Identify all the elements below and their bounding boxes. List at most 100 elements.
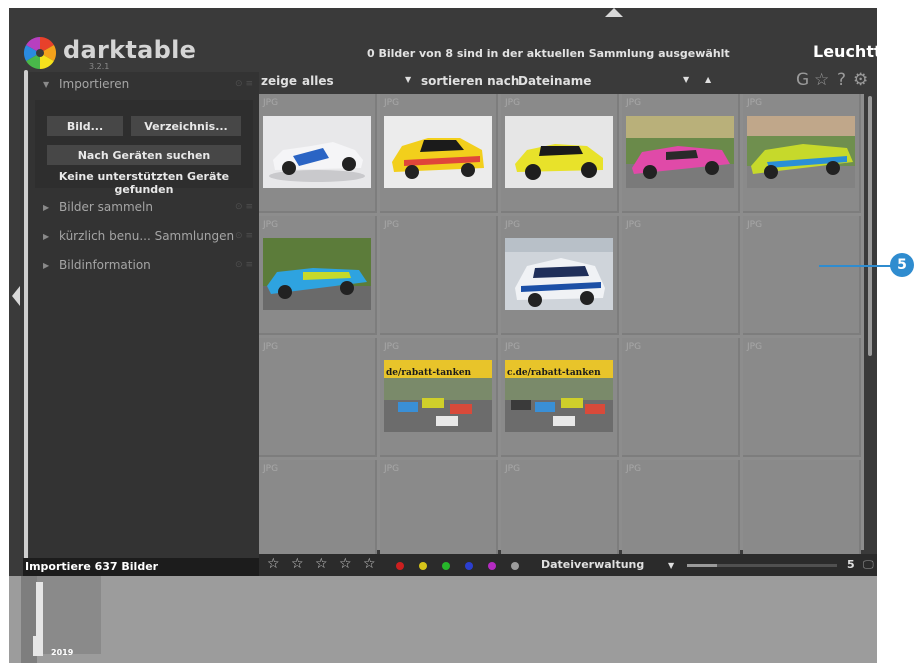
color-label-blue[interactable]: [465, 562, 473, 570]
module-collect-header[interactable]: ▶ Bilder sammeln ⊙ ≡: [29, 195, 259, 219]
thumbnail-cell[interactable]: JPG: [622, 338, 740, 457]
collapse-left-panel-arrow[interactable]: [12, 286, 20, 306]
star-rating-5-icon[interactable]: ☆: [363, 556, 376, 572]
module-recent-title: kürzlich benu... Sammlungen: [59, 229, 235, 243]
file-type-label: JPG: [384, 98, 400, 108]
file-type-label: JPG: [626, 98, 642, 108]
zoom-slider-fill: [687, 564, 717, 567]
photo-thumbnail[interactable]: [747, 116, 855, 188]
darktable-window: darktable 3.2.1 0 Bilder von 8 sind in d…: [9, 8, 877, 663]
darktable-logo-icon: [23, 36, 57, 70]
sort-label: sortieren nach: [421, 74, 520, 88]
star-overlay-icon[interactable]: ☆: [814, 70, 829, 90]
chevron-right-icon: ▶: [43, 260, 50, 270]
thumbnail-cell[interactable]: JPG de/rabatt-tanken: [380, 338, 498, 457]
thumbnail-cell[interactable]: JPG: [743, 216, 861, 335]
thumbnail-cell[interactable]: JPG: [501, 94, 619, 213]
sort-value[interactable]: Dateiname: [518, 74, 591, 88]
import-image-button[interactable]: Bild...: [47, 116, 123, 136]
thumbnail-cell[interactable]: JPG: [622, 216, 740, 335]
preferences-gear-icon[interactable]: ⚙: [853, 70, 868, 90]
view-switcher-lighttable[interactable]: Leuchttisch: [813, 42, 877, 61]
thumbnail-cell[interactable]: JPG: [380, 94, 498, 213]
collapse-top-panel-arrow[interactable]: [605, 8, 623, 17]
file-type-label: JPG: [747, 342, 763, 352]
file-type-label: JPG: [263, 464, 279, 474]
file-type-label: JPG: [384, 220, 400, 230]
color-label-purple[interactable]: [488, 562, 496, 570]
photo-thumbnail[interactable]: [263, 116, 371, 188]
callout-badge: 5: [890, 253, 914, 277]
grid-scrollbar[interactable]: [868, 96, 872, 356]
photo-thumbnail[interactable]: [505, 116, 613, 188]
module-image-info-header[interactable]: ▶ Bildinformation ⊙ ≡: [29, 253, 259, 277]
module-reset-icon[interactable]: ⊙ ≡: [235, 231, 253, 241]
color-label-yellow[interactable]: [419, 562, 427, 570]
thumbnail-cell[interactable]: JPG: [380, 216, 498, 335]
color-label-green[interactable]: [442, 562, 450, 570]
file-type-label: JPG: [263, 98, 279, 108]
thumbnail-cell[interactable]: JPG c.de/rabatt-tanken: [501, 338, 619, 457]
photo-thumbnail[interactable]: [505, 238, 613, 310]
sort-ascending-icon[interactable]: ▲: [705, 75, 711, 84]
module-import-header[interactable]: ▼ Importieren ⊙ ≡: [29, 72, 259, 96]
timeline-bar: [36, 582, 43, 656]
show-label: zeige: [261, 74, 297, 88]
bottom-toolbar: ☆ ☆ ☆ ☆ ☆ Dateiverwaltung ▼ 5 🖵: [259, 554, 877, 576]
chevron-down-icon[interactable]: ▼: [683, 75, 689, 84]
file-type-label: JPG: [505, 98, 521, 108]
chevron-down-icon[interactable]: ▼: [668, 561, 674, 570]
module-recent-collections-header[interactable]: ▶ kürzlich benu... Sammlungen ⊙ ≡: [29, 224, 259, 248]
file-type-label: JPG: [747, 98, 763, 108]
left-panel-scrollbar[interactable]: [24, 70, 28, 566]
help-icon[interactable]: ?: [837, 70, 846, 90]
file-type-label: JPG: [263, 342, 279, 352]
thumbnail-cell[interactable]: JPG: [743, 338, 861, 457]
photo-thumbnail[interactable]: [384, 116, 492, 188]
lighttable-grid: JPG JPG JPG JPG JPG JPG JPG JPG JPG JPG JPG JPG de/r…: [259, 94, 864, 579]
photo-thumbnail[interactable]: [626, 116, 734, 188]
layout-selector[interactable]: Dateiverwaltung: [541, 558, 644, 571]
star-rating-4-icon[interactable]: ☆: [339, 556, 352, 572]
import-status: Importiere 637 Bilder: [23, 558, 261, 576]
color-label-clear[interactable]: [511, 562, 519, 570]
grouping-icon[interactable]: G: [796, 70, 809, 90]
timeline-panel[interactable]: 2019: [9, 576, 877, 663]
file-type-label: JPG: [505, 342, 521, 352]
show-filter-value[interactable]: alles: [302, 74, 334, 88]
thumbnail-cell[interactable]: JPG: [501, 216, 619, 335]
file-type-label: JPG: [747, 220, 763, 230]
star-rating-2-icon[interactable]: ☆: [291, 556, 304, 572]
file-type-label: JPG: [505, 220, 521, 230]
chevron-right-icon: ▶: [43, 231, 50, 241]
callout-line: [819, 265, 893, 267]
color-label-red[interactable]: [396, 562, 404, 570]
display-profile-icon[interactable]: 🖵: [863, 558, 874, 572]
file-type-label: JPG: [626, 220, 642, 230]
app-version: 3.2.1: [89, 62, 110, 71]
scan-devices-button[interactable]: Nach Geräten suchen: [47, 145, 241, 165]
selection-info: 0 Bilder von 8 sind in der aktuellen Sam…: [367, 47, 730, 60]
thumbnail-cell[interactable]: JPG: [259, 94, 377, 213]
star-rating-3-icon[interactable]: ☆: [315, 556, 328, 572]
module-info-title: Bildinformation: [59, 258, 151, 272]
module-reset-icon[interactable]: ⊙ ≡: [235, 260, 253, 270]
photo-thumbnail[interactable]: [263, 238, 371, 310]
module-collect-title: Bilder sammeln: [59, 200, 153, 214]
chevron-down-icon[interactable]: ▼: [405, 75, 411, 84]
zoom-value[interactable]: 5: [847, 558, 855, 571]
module-reset-icon[interactable]: ⊙ ≡: [235, 202, 253, 212]
timeline-bar: [33, 636, 37, 656]
file-type-label: JPG: [384, 464, 400, 474]
zoom-slider[interactable]: [687, 564, 837, 567]
header: darktable 3.2.1 0 Bilder von 8 sind in d…: [9, 18, 877, 72]
star-rating-1-icon[interactable]: ☆: [267, 556, 280, 572]
thumbnail-cell[interactable]: JPG: [259, 216, 377, 335]
filter-toolbar: zeige alles ▼ sortieren nach Dateiname ▼…: [259, 70, 868, 92]
thumbnail-cell[interactable]: JPG: [622, 94, 740, 213]
thumbnail-cell[interactable]: JPG: [259, 338, 377, 457]
thumbnail-cell[interactable]: JPG: [743, 94, 861, 213]
app-brand: darktable: [63, 36, 197, 64]
import-folder-button[interactable]: Verzeichnis...: [131, 116, 241, 136]
module-reset-icon[interactable]: ⊙ ≡: [235, 79, 253, 89]
